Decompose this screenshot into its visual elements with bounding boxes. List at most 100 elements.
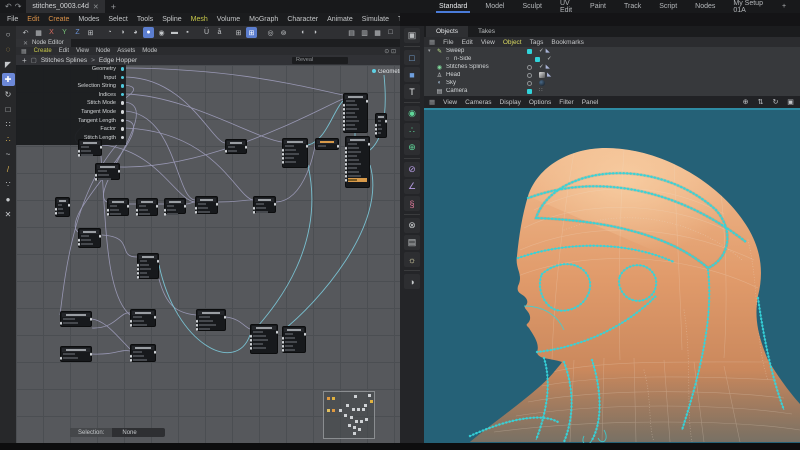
globe-icon[interactable]: ⊗ [404,218,420,233]
search-icon[interactable]: ○ [2,28,15,41]
menu-item-create[interactable]: Create [48,16,69,23]
mirror-left-icon[interactable]: ◖ [297,27,308,38]
input-dot[interactable] [343,104,346,107]
input-port-geometry[interactable]: Geometry [92,66,116,72]
cloner-icon[interactable]: ∴ [404,123,420,138]
input-dot[interactable] [345,167,348,170]
input-dot[interactable] [345,147,348,150]
input-dot[interactable] [345,151,348,154]
input-dot[interactable] [253,211,256,214]
port-dot[interactable] [121,101,125,105]
material-icon[interactable]: ◉ [156,27,167,38]
panel-icon[interactable]: □ [385,27,396,38]
menu-item-tags[interactable]: Tags [530,39,544,46]
input-dot[interactable] [343,108,346,111]
input-port-tangent-length[interactable]: Tangent Length [78,118,116,124]
menu-item-file[interactable]: File [7,16,18,23]
port-dot[interactable] [121,127,125,131]
graph-node[interactable] [60,311,92,327]
axis-mode-icon[interactable]: Ü [201,27,212,38]
input-dot[interactable] [375,124,378,127]
layout-tab-nodes[interactable]: Nodes [686,0,724,13]
menu-item-edit[interactable]: Edit [462,39,473,46]
menu-item-cameras[interactable]: Cameras [465,99,491,106]
box-icon[interactable]: ▦ [33,27,44,38]
input-port-input[interactable]: Input [104,75,116,81]
input-dot[interactable] [253,207,256,210]
input-dot[interactable] [250,339,253,342]
input-dot[interactable] [130,355,133,358]
view-layout-2-icon[interactable]: ▥ [359,27,370,38]
axis-z-lock[interactable]: Z [72,27,83,38]
graph-node[interactable] [107,198,129,216]
perspective-viewport[interactable] [424,110,800,443]
node-editor-tab[interactable]: ✕ Node Editor [16,39,71,47]
output-dot[interactable] [274,203,277,206]
layout-tab-paint[interactable]: Paint [581,0,615,13]
material-ball-icon[interactable]: ◑ [404,274,420,289]
output-dot[interactable] [68,204,71,207]
menu-item-character[interactable]: Character [287,16,318,23]
flag-tag-icon[interactable]: ◣ [546,64,550,70]
visibility-toggle[interactable] [527,73,532,78]
output-dot[interactable] [118,170,121,173]
input-dot[interactable] [250,347,253,350]
menu-item-simulate[interactable]: Simulate [362,16,389,23]
visibility-toggle[interactable] [527,65,532,70]
object-name[interactable]: Stitches Splines [446,64,524,70]
output-dot[interactable] [100,146,103,149]
output-dot[interactable] [366,100,369,103]
spline-mode-icon[interactable]: ~ [2,148,15,161]
object-name[interactable]: Head [446,72,524,78]
output-dot[interactable] [337,145,340,148]
render-settings-icon[interactable]: ● [143,27,154,38]
input-dot[interactable] [343,124,346,127]
field-icon[interactable]: ⊘ [404,162,420,177]
input-dot[interactable] [343,112,346,115]
graph-node[interactable] [136,198,158,216]
port-dot[interactable] [121,76,125,80]
grid-tag-icon[interactable]: ∷ [539,88,543,94]
input-dot[interactable] [164,209,167,212]
input-dot[interactable] [375,132,378,135]
menu-item-spline[interactable]: Spline [162,16,181,23]
add-layout-button[interactable]: + [773,0,795,13]
paint-icon[interactable]: ● [2,193,15,206]
input-dot[interactable] [282,153,285,156]
graph-node[interactable] [55,197,70,217]
menu-item-node[interactable]: Node [96,48,110,54]
visibility-toggle[interactable] [527,49,532,54]
select-children-icon[interactable]: ∷ [2,118,15,131]
input-dot[interactable] [130,320,133,323]
object-name[interactable]: Sky [446,80,524,86]
move-icon[interactable]: ✚ [2,73,15,86]
graph-node[interactable] [196,309,226,331]
window-icon[interactable]: ▦ [429,38,435,46]
window-icon[interactable]: ▦ [21,48,27,55]
menu-item-bookmarks[interactable]: Bookmarks [551,39,584,46]
input-port-selection-string[interactable]: Selection String [77,83,116,89]
object-name[interactable]: Camera [446,88,524,94]
graph-node[interactable] [282,138,308,168]
graph-node[interactable] [130,344,156,362]
pan-icon[interactable]: ⇅ [755,97,766,108]
menu-item-edit[interactable]: Edit [27,16,39,23]
input-dot[interactable] [196,320,199,323]
output-dot[interactable] [306,145,309,148]
input-dot[interactable] [164,213,167,216]
object-row-sweep[interactable]: ▾✎Sweep✓◣ [424,47,800,55]
menu-item-mesh[interactable]: Mesh [191,16,208,23]
input-dot[interactable] [55,212,58,215]
input-dot[interactable] [282,337,285,340]
object-mode-icon[interactable]: å [214,27,225,38]
view-layout-3-icon[interactable]: ▦ [372,27,383,38]
maximize-view-icon[interactable]: ▣ [785,97,796,108]
menu-item-object[interactable]: Object [503,39,522,46]
axis-x-lock[interactable]: X [46,27,57,38]
port-dot[interactable] [121,136,125,140]
render-team-icon[interactable]: ◕ [130,27,141,38]
input-dot[interactable] [282,345,285,348]
undo-icon[interactable]: ↶ [20,27,31,38]
input-dot[interactable] [78,243,81,246]
input-dot[interactable] [78,239,81,242]
